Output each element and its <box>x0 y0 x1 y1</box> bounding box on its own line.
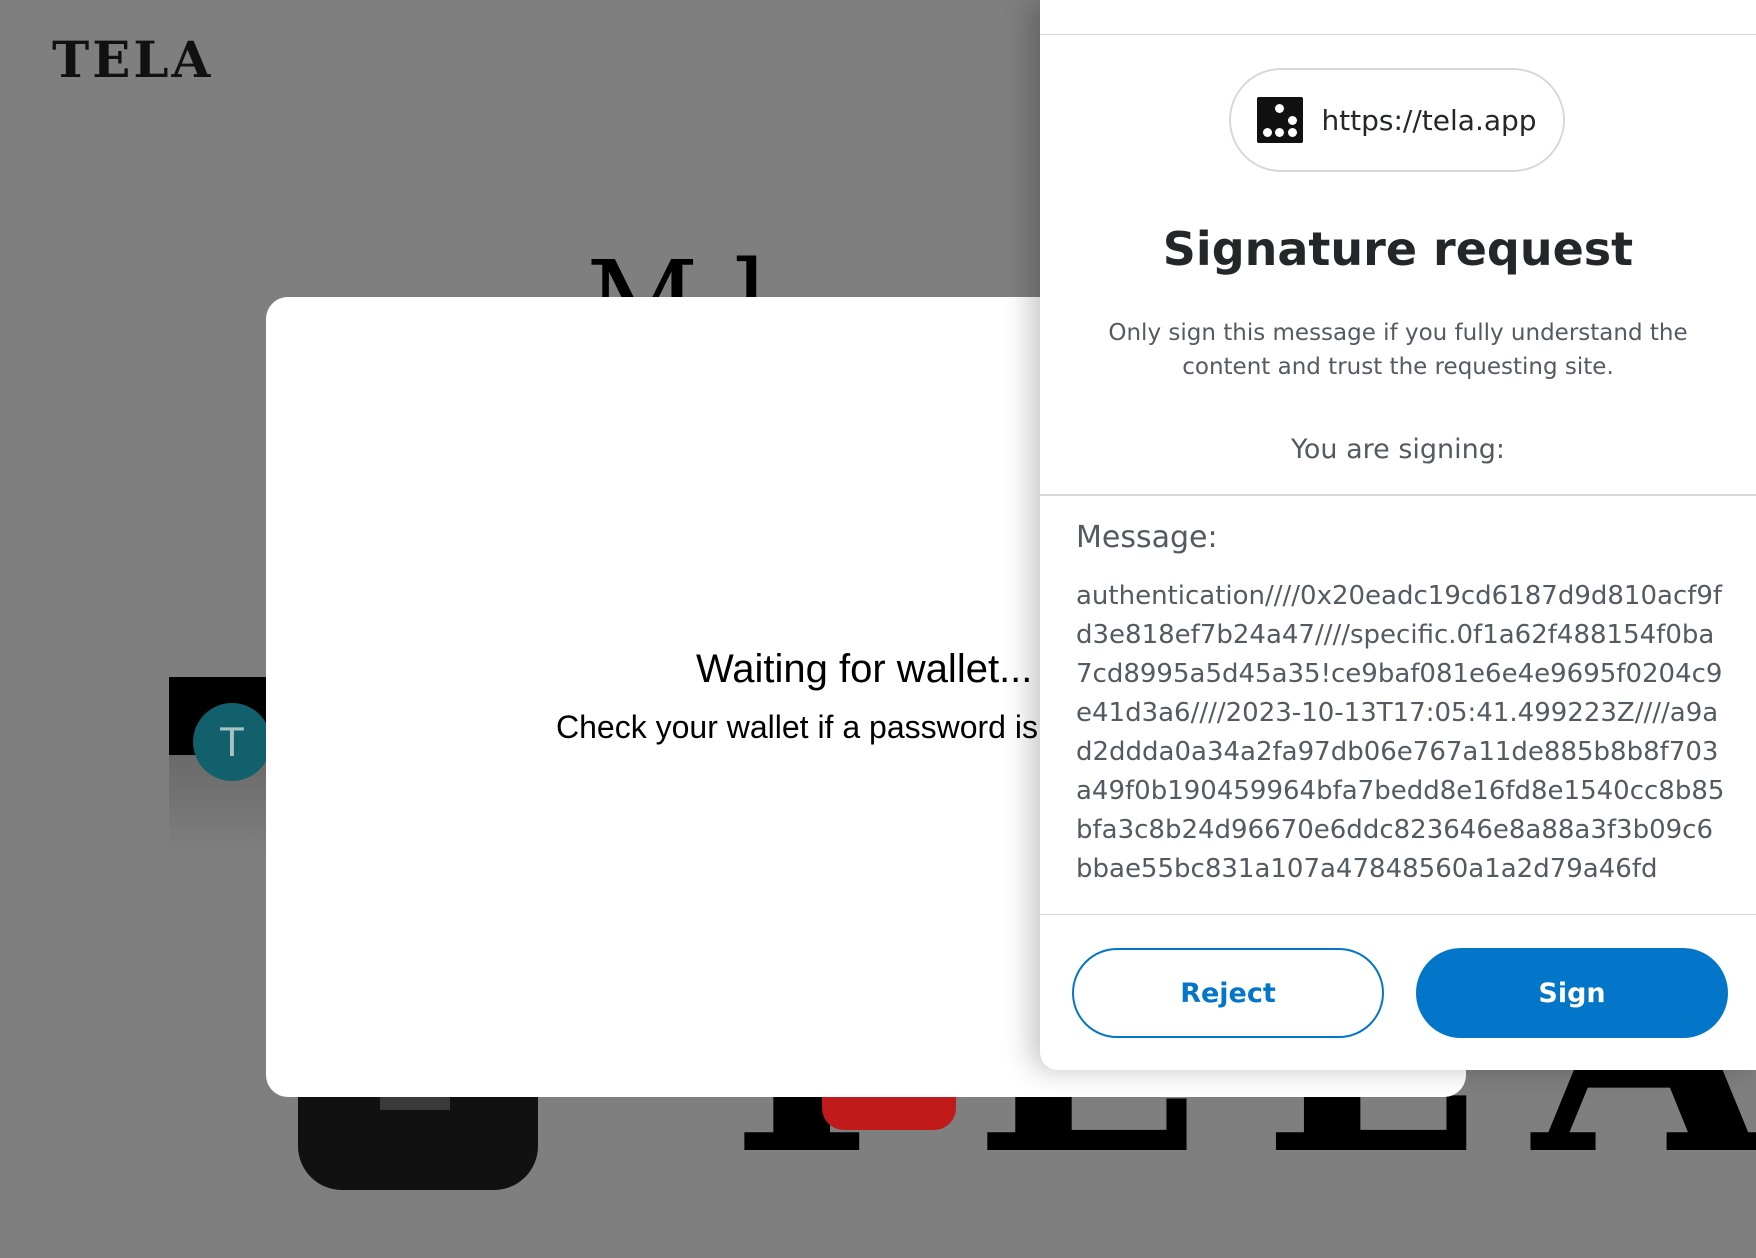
channel-avatar: T <box>193 703 271 781</box>
site-logo[interactable]: TELA <box>52 30 213 89</box>
waiting-title: Waiting for wallet... <box>696 647 1033 691</box>
origin-url: https://tela.app <box>1321 103 1537 137</box>
origin-pill: https://tela.app <box>1229 68 1565 172</box>
signature-request-title: Signature request <box>1162 222 1634 276</box>
site-favicon-icon <box>1257 97 1304 143</box>
wallet-signature-popup: https://tela.app Signature request Only … <box>1040 0 1756 1070</box>
message-scroll-area[interactable]: Message: authentication////0x20eadc19cd6… <box>1076 520 1726 916</box>
popup-top-bar <box>1040 0 1756 35</box>
reject-button[interactable]: Reject <box>1072 948 1384 1038</box>
signature-warning-text: Only sign this message if you fully unde… <box>1108 320 1688 380</box>
you-are-signing-label: You are signing: <box>1290 434 1506 465</box>
divider <box>1040 914 1756 915</box>
divider <box>1040 494 1756 496</box>
message-label: Message: <box>1076 520 1218 555</box>
waiting-subtitle: Check your wallet if a password is <box>556 709 1038 745</box>
sign-button[interactable]: Sign <box>1416 948 1728 1038</box>
message-content: authentication////0x20eadc19cd6187d9d810… <box>1076 581 1725 884</box>
